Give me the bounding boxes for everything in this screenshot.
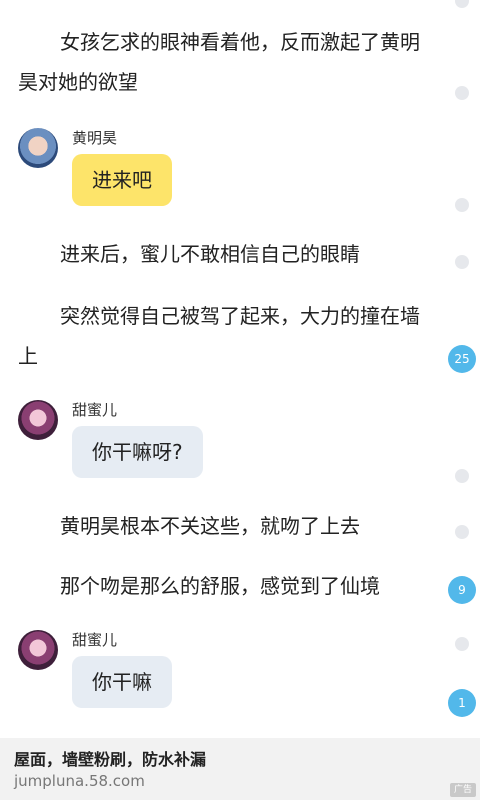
speaker-name: 甜蜜儿 <box>72 401 118 419</box>
speaker-name: 甜蜜儿 <box>72 631 118 649</box>
comment-dot[interactable] <box>455 198 469 212</box>
comment-count-badge[interactable]: 9 <box>448 576 476 604</box>
comment-dot[interactable] <box>455 469 469 483</box>
story-paragraph: 黄明昊根本不关这些，就吻了上去 <box>60 514 360 538</box>
ad-title[interactable]: 屋面，墙壁粉刷，防水补漏 <box>14 746 206 770</box>
story-paragraph: 女孩乞求的眼神看着他，反而激起了黄明昊对她的欲望 <box>18 30 420 94</box>
message-bubble: 你干嘛 <box>72 656 172 708</box>
story-paragraph: 突然觉得自己被驾了起来，大力的撞在墙上 <box>18 304 420 368</box>
dialogue-message: 甜蜜儿 你干嘛 <box>18 630 438 720</box>
comment-dot[interactable] <box>455 86 469 100</box>
dialogue-message: 甜蜜儿 你干嘛呀? <box>18 400 438 490</box>
story-paragraph: 那个吻是那么的舒服，感觉到了仙境 <box>60 574 380 598</box>
story-paragraph: 进来后，蜜儿不敢相信自己的眼睛 <box>60 242 360 266</box>
message-bubble: 进来吧 <box>72 154 172 206</box>
comment-count-badge[interactable]: 1 <box>448 689 476 717</box>
avatar[interactable] <box>18 128 58 168</box>
ad-badge: 广告 <box>449 783 476 797</box>
dialogue-message: 黄明昊 进来吧 <box>18 128 438 218</box>
comment-count-badge[interactable]: 25 <box>448 345 476 373</box>
ad-url[interactable]: jumpluna.58.com <box>14 772 145 790</box>
ad-banner[interactable]: 屋面，墙壁粉刷，防水补漏 jumpluna.58.com 广告 <box>0 738 480 800</box>
avatar[interactable] <box>18 400 58 440</box>
comment-dot[interactable] <box>455 255 469 269</box>
chat-story-content: 女孩乞求的眼神看着他，反而激起了黄明昊对她的欲望 黄明昊 进来吧 进来后，蜜儿不… <box>0 0 480 738</box>
avatar[interactable] <box>18 630 58 670</box>
comment-dot[interactable] <box>455 637 469 651</box>
message-bubble: 你干嘛呀? <box>72 426 203 478</box>
speaker-name: 黄明昊 <box>72 129 118 147</box>
comment-dot[interactable] <box>455 525 469 539</box>
comment-dot[interactable] <box>455 0 469 8</box>
